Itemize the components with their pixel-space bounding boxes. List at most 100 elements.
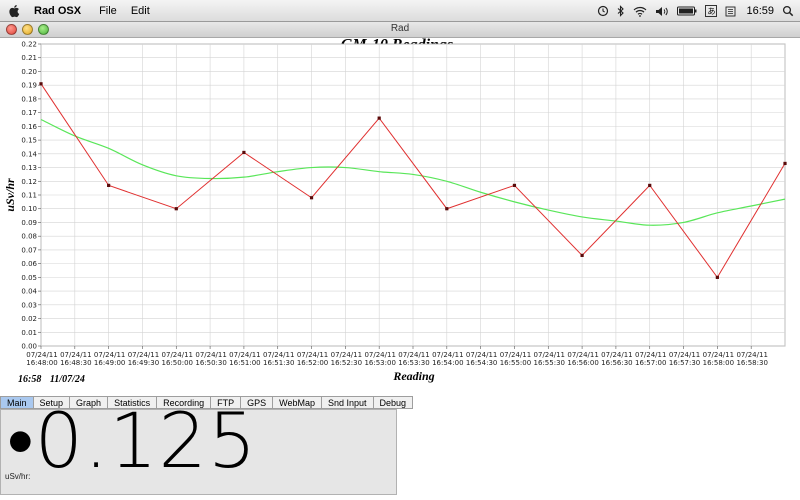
tab-main[interactable]: Main: [0, 396, 34, 409]
y-tick-label: 0.19: [21, 82, 37, 90]
input-method-indicator[interactable]: あ: [705, 5, 718, 17]
reading-point: [242, 150, 246, 155]
x-tick-time: 16:51:00: [229, 359, 260, 367]
tab-recording[interactable]: Recording: [157, 396, 212, 409]
y-tick-label: 0.03: [21, 301, 37, 309]
reading-point: [580, 253, 584, 257]
y-tick-label: 0.05: [21, 274, 37, 282]
y-tick-label: 0.12: [21, 178, 37, 186]
x-tick-time: 16:57:30: [669, 359, 700, 367]
y-tick-label: 0.07: [21, 246, 37, 254]
reading-point: [783, 161, 787, 166]
x-tick-time: 16:48:00: [26, 359, 57, 367]
tab-snd-input[interactable]: Snd Input: [321, 396, 374, 409]
x-tick-date: 07/24/11: [466, 351, 497, 359]
x-tick-time: 16:53:30: [398, 359, 429, 367]
y-tick-label: 0.20: [21, 68, 37, 76]
y-tick-label: 0.21: [21, 54, 37, 62]
x-tick-time: 16:55:00: [500, 359, 531, 367]
tab-gps[interactable]: GPS: [241, 396, 274, 409]
x-tick-time: 16:50:30: [195, 359, 226, 367]
y-tick-label: 0.11: [21, 192, 37, 200]
reading-point: [174, 207, 178, 211]
volume-icon[interactable]: [655, 6, 669, 17]
tab-webmap[interactable]: WebMap: [273, 396, 322, 409]
y-tick-label: 0.17: [21, 109, 37, 117]
empty-area: [397, 409, 800, 495]
x-tick-date: 07/24/11: [432, 351, 463, 359]
clock-icon: [726, 6, 736, 16]
menubar-clock[interactable]: 16:59: [746, 5, 774, 17]
x-tick-date: 07/24/11: [736, 351, 767, 359]
reading-point: [512, 183, 517, 187]
x-tick-date: 07/24/11: [26, 351, 57, 359]
x-tick-date: 07/24/11: [500, 351, 531, 359]
menu-bar: Rad OSX File Edit あ 16:59: [0, 0, 800, 22]
tab-setup[interactable]: Setup: [33, 396, 71, 409]
spotlight-search-icon[interactable]: [782, 5, 794, 17]
x-tick-date: 07/24/11: [331, 351, 362, 359]
bluetooth-icon[interactable]: [617, 5, 625, 17]
reading-point: [377, 116, 381, 120]
y-tick-label: 0.00: [21, 343, 37, 351]
edit-menu[interactable]: Edit: [131, 5, 150, 17]
y-tick-label: 0.15: [21, 137, 37, 145]
x-axis-label: Reading: [392, 369, 434, 383]
y-tick-label: 0.06: [21, 260, 37, 268]
y-tick-label: 0.18: [21, 95, 37, 103]
tab-statistics[interactable]: Statistics: [108, 396, 158, 409]
x-tick-date: 07/24/11: [669, 351, 700, 359]
x-tick-date: 07/24/11: [398, 351, 429, 359]
window-title-bar[interactable]: Rad: [0, 22, 800, 38]
tab-ftp[interactable]: FTP: [211, 396, 242, 409]
y-tick-label: 0.10: [21, 205, 37, 213]
y-tick-label: 0.04: [21, 288, 37, 296]
x-tick-time: 16:54:00: [432, 359, 463, 367]
tab-bar: Main Setup Graph Statistics Recording FT…: [0, 396, 800, 410]
x-tick-date: 07/24/11: [94, 351, 125, 359]
reading-point: [445, 207, 449, 211]
x-tick-date: 07/24/11: [195, 351, 226, 359]
y-tick-label: 0.16: [21, 123, 37, 131]
wifi-icon[interactable]: [633, 6, 647, 17]
time-machine-icon[interactable]: [597, 5, 609, 17]
x-tick-time: 16:56:00: [567, 359, 598, 367]
tab-debug[interactable]: Debug: [373, 396, 414, 409]
x-tick-time: 16:58:00: [703, 359, 734, 367]
x-tick-time: 16:51:30: [263, 359, 294, 367]
x-tick-date: 07/24/11: [703, 351, 734, 359]
app-menu[interactable]: Rad OSX: [34, 5, 81, 17]
tab-graph[interactable]: Graph: [70, 396, 109, 409]
x-tick-date: 07/24/11: [128, 351, 159, 359]
x-tick-date: 07/24/11: [567, 351, 598, 359]
x-tick-time: 16:52:30: [331, 359, 362, 367]
y-tick-label: 0.14: [21, 150, 37, 158]
readings-chart: GM-10 Readings 0.000.010.020.030.040.050…: [3, 38, 787, 383]
y-axis-ticks: 0.00 0.01 0.02 0.03 0.04 0.05 0.06 0.07 0.08 0.09…: [21, 41, 41, 351]
current-reading: •0.125: [7, 409, 258, 485]
apple-icon[interactable]: [8, 4, 22, 18]
file-menu[interactable]: File: [99, 5, 117, 17]
current-date: 11/07/24: [49, 374, 85, 385]
timestamp-label: 16:58 11/07/24: [18, 374, 91, 385]
y-tick-label: 0.13: [21, 164, 37, 172]
y-tick-label: 0.22: [21, 41, 37, 49]
y-tick-label: 0.09: [21, 219, 37, 227]
x-tick-date: 07/24/11: [364, 351, 395, 359]
x-tick-date: 07/24/11: [635, 351, 666, 359]
x-tick-time: 16:56:30: [601, 359, 632, 367]
main-panel: •0.125 uSv/hr:: [0, 409, 397, 495]
x-tick-date: 07/24/11: [297, 351, 328, 359]
reading-unit-label: uSv/hr:: [5, 472, 31, 481]
window-title: Rad: [390, 23, 410, 34]
x-tick-time: 16:54:30: [466, 359, 497, 367]
current-time: 16:58: [18, 374, 42, 385]
reading-point: [309, 196, 314, 200]
x-tick-time: 16:49:30: [128, 359, 159, 367]
x-tick-time: 16:48:30: [60, 359, 91, 367]
reading-point: [39, 82, 43, 86]
x-tick-date: 07/24/11: [229, 351, 260, 359]
x-tick-time: 16:50:00: [162, 359, 193, 367]
battery-icon[interactable]: [677, 6, 697, 16]
y-tick-label: 0.08: [21, 233, 37, 241]
